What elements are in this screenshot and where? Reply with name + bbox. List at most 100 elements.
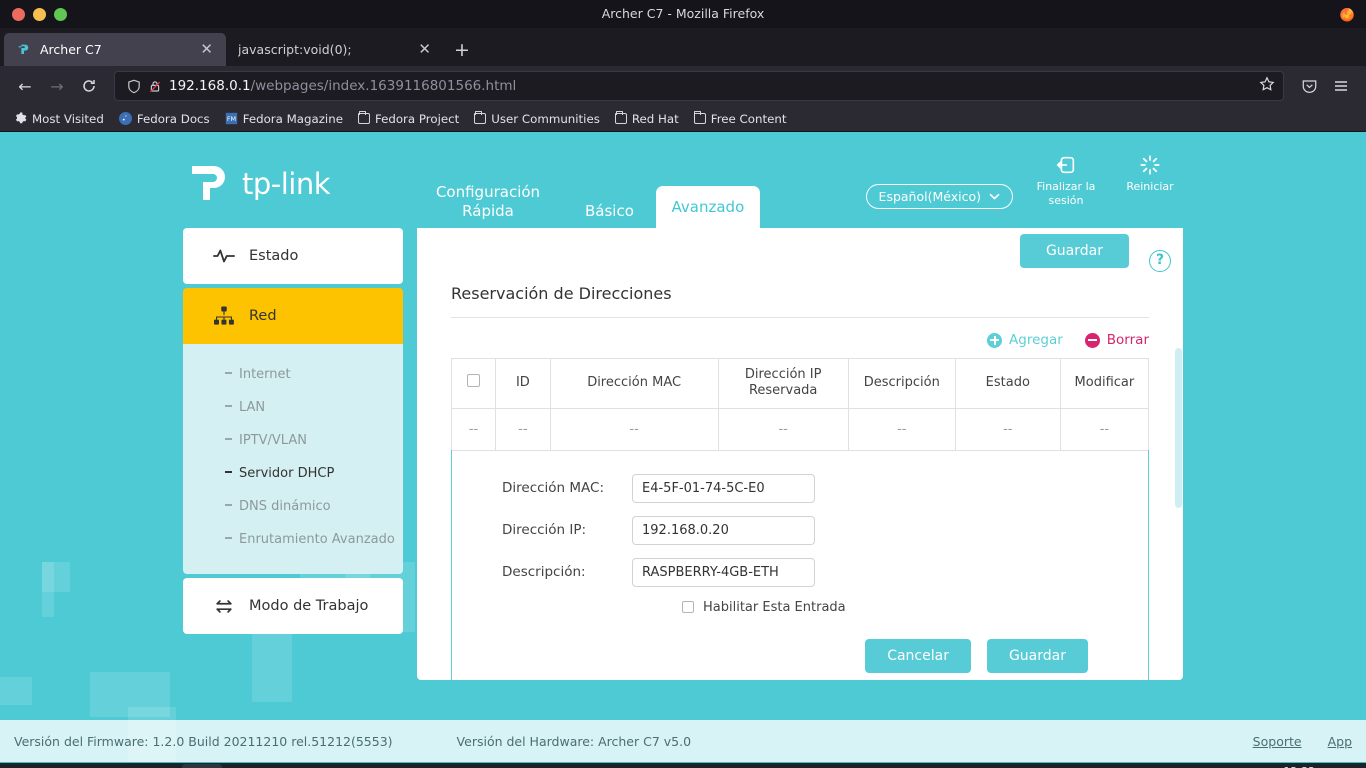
sidebar-item-internet[interactable]: Internet [183,358,403,391]
lock-crossed-icon [149,80,161,92]
tab-close-icon[interactable]: ✕ [415,42,434,57]
sidebar-item-modo-de-trabajo[interactable]: Modo de Trabajo [183,578,403,634]
sidebar-item-lan[interactable]: LAN [183,391,403,424]
browser-tab-inactive[interactable]: javascript:void(0); ✕ [226,33,444,66]
scrollbar-thumb[interactable] [1175,348,1182,508]
table-header-ip: Dirección IP Reservada [717,358,849,409]
reboot-button[interactable]: Reiniciar [1119,154,1181,194]
bookmark-user-communities[interactable]: User Communities [468,110,606,128]
svg-text:FM: FM [227,115,236,123]
swap-icon [216,600,232,613]
chevron-down-icon [989,193,1000,200]
sidebar-item-red[interactable]: Red [183,288,403,344]
vscode-icon[interactable] [314,764,354,768]
fedora-icon [118,112,132,125]
bookmark-fedora-magazine[interactable]: FM Fedora Magazine [219,110,349,128]
tab-title: javascript:void(0); [238,42,352,57]
bookmark-label: Fedora Magazine [242,111,343,126]
description-input[interactable] [632,557,815,587]
plus-circle-icon [987,332,1003,348]
folder-icon [357,110,370,124]
add-button[interactable]: Agregar [987,332,1063,348]
firefox-icon[interactable] [182,763,222,768]
select-all-checkbox[interactable] [467,374,481,388]
app-link[interactable]: App [1328,734,1352,749]
browser-tab-active[interactable]: Archer C7 ✕ [4,33,226,66]
bookmark-free-content[interactable]: Free Content [688,110,793,128]
files-icon[interactable] [138,764,178,768]
app-grid-icon[interactable] [6,764,46,768]
back-button[interactable]: ← [10,71,40,101]
sidebar-item-estado[interactable]: Estado [183,228,403,284]
background-decoration [42,562,54,617]
bookmark-fedora-project[interactable]: Fedora Project [352,110,465,128]
bookmarks-bar: Most Visited Fedora Docs FM Fedora Magaz… [0,106,1366,132]
add-label: Agregar [1009,332,1063,348]
window-maximize-button[interactable] [54,7,67,21]
table-cell-select: -- [450,407,497,451]
help-icon[interactable]: ? [1149,250,1171,272]
content-scrollbar[interactable] [1175,228,1183,680]
settings-icon[interactable] [50,764,90,768]
sidebar-item-servidor-dhcp[interactable]: Servidor DHCP [183,457,403,490]
tab-basico[interactable]: Básico [563,202,656,228]
save-button-form[interactable]: Guardar [986,638,1088,673]
window-controls[interactable] [0,7,67,21]
terminal-icon[interactable] [226,764,266,768]
table-cell-id: -- [495,407,551,451]
table-header-modify: Modificar [1059,358,1150,409]
tab-avanzado[interactable]: Avanzado [655,186,760,228]
sidebar-item-label: Estado [249,248,299,264]
tab-close-icon[interactable]: ✕ [197,42,216,57]
window-close-button[interactable] [12,7,25,21]
cancel-button[interactable]: Cancelar [865,638,971,673]
bookmark-star-icon[interactable] [1259,76,1275,96]
save-button-top[interactable]: Guardar [1019,234,1129,268]
support-link[interactable]: Soporte [1253,734,1302,749]
bookmark-red-hat[interactable]: Red Hat [609,110,685,128]
bookmark-fedora-docs[interactable]: Fedora Docs [113,110,216,128]
new-tab-button[interactable]: + [444,41,480,66]
router-body: Estado Red Internet LAN IPTV/VLAN Servid… [183,228,1183,680]
hardware-version: Versión del Hardware: Archer C7 v5.0 [456,733,692,749]
tab-configuracion-rapida[interactable]: Configuración Rápida [413,183,563,228]
ip-label: Dirección IP: [502,522,587,538]
mac-input[interactable] [632,473,815,503]
delete-button[interactable]: Borrar [1084,332,1149,348]
menu-button[interactable] [1326,71,1356,101]
sidebar-item-enrutamiento-avanzado[interactable]: Enrutamiento Avanzado [183,523,403,556]
table-header-description: Descripción [847,358,956,409]
logout-button[interactable]: Finalizar la sesión [1035,154,1097,208]
mac-label: Dirección MAC: [502,480,605,496]
window-minimize-button[interactable] [33,7,46,21]
arduino-icon[interactable] [270,764,310,768]
router-nav-tabs[interactable]: Configuración Rápida Básico Avanzado [413,172,760,228]
tab-strip[interactable]: Archer C7 ✕ javascript:void(0); ✕ + [0,28,1366,66]
reboot-label: Reiniciar [1126,180,1174,193]
downloads-icon[interactable] [94,764,134,768]
pocket-icon[interactable] [1294,71,1324,101]
eye-icon[interactable] [402,764,442,768]
drive-icon[interactable] [358,764,398,768]
reload-button[interactable] [74,71,104,101]
description-label: Descripción: [502,564,586,580]
gear-icon [15,112,27,124]
language-selector[interactable]: Español(México) [865,184,1013,209]
ip-input[interactable] [632,515,815,545]
bookmark-label: Free Content [710,111,787,126]
form-row-enable[interactable]: Habilitar Esta Entrada [452,600,1148,615]
enable-entry-checkbox[interactable] [682,601,694,613]
bookmark-most-visited[interactable]: Most Visited [8,110,110,128]
url-bar[interactable]: 192.168.0.1/webpages/index.1639116801566… [114,71,1284,101]
pulse-icon [213,249,235,263]
table-cell-ip: -- [717,407,849,451]
table-header-row: ID Dirección MAC Dirección IP Reservada … [450,358,1150,409]
table-header-select[interactable] [450,358,497,409]
bookmark-label: User Communities [491,111,600,126]
table-row[interactable]: -- -- -- -- -- -- -- [450,407,1150,451]
forward-button[interactable]: → [42,71,72,101]
header-right-controls: Español(México) Finalizar la sesión Rein… [865,154,1181,209]
sidebar-item-iptv-vlan[interactable]: IPTV/VLAN [183,424,403,457]
network-icon [214,306,234,325]
sidebar-item-dns-dinamico[interactable]: DNS dinámico [183,490,403,523]
